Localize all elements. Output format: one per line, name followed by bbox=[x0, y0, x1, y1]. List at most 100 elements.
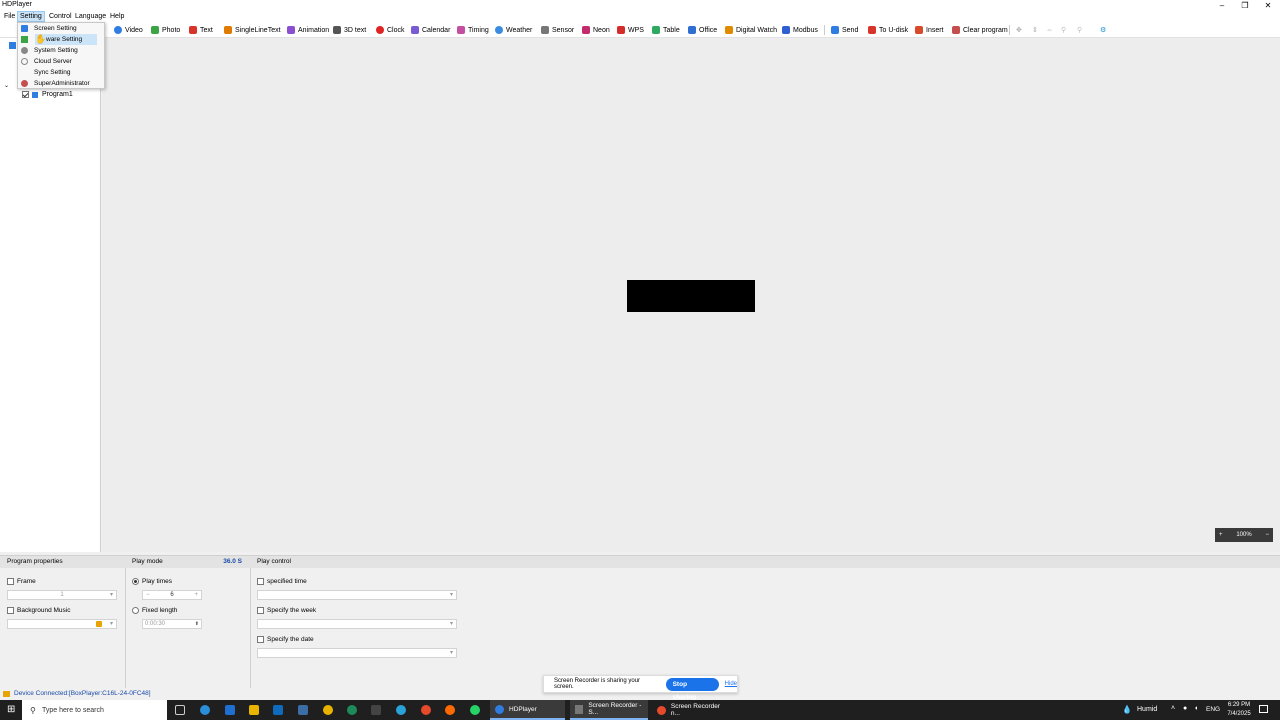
taskbar-app-screen-recorder[interactable]: Screen Recorder - S... bbox=[570, 700, 648, 720]
app-icon[interactable] bbox=[225, 705, 235, 715]
tray-chevron-up-icon[interactable]: ˄ bbox=[1171, 705, 1175, 712]
send-button[interactable]: Send bbox=[831, 24, 858, 36]
move-tool-button[interactable]: ✥ bbox=[1016, 24, 1022, 36]
singlelinetext-button[interactable]: SingleLineText bbox=[224, 24, 281, 36]
specified-time-select[interactable]: ▾ bbox=[257, 590, 457, 600]
specify-week-select[interactable]: ▾ bbox=[257, 619, 457, 629]
wps-button[interactable]: WPS bbox=[617, 24, 644, 36]
clock-button[interactable]: Clock bbox=[376, 24, 405, 36]
specify-date-select[interactable]: ▾ bbox=[257, 648, 457, 658]
outlook-icon[interactable] bbox=[273, 705, 283, 715]
neon-button[interactable]: Neon bbox=[582, 24, 610, 36]
frame-checkbox[interactable] bbox=[7, 578, 14, 585]
fixed-length-radio[interactable] bbox=[132, 607, 139, 614]
play-times-radio[interactable] bbox=[132, 578, 139, 585]
fixed-length-input[interactable]: 0:00:30 ⬍ bbox=[142, 619, 202, 629]
preview-canvas[interactable]: + 100% − bbox=[102, 38, 1280, 552]
table-button[interactable]: Table bbox=[652, 24, 680, 36]
menu-sync-setting[interactable]: Sync Setting bbox=[18, 67, 104, 78]
background-music-option[interactable]: Background Music bbox=[7, 607, 70, 614]
file-explorer-icon[interactable] bbox=[249, 705, 259, 715]
zoom-out-button[interactable]: − bbox=[1265, 532, 1269, 538]
calendar-button[interactable]: Calendar bbox=[411, 24, 450, 36]
clear-program-button[interactable]: Clear program bbox=[952, 24, 1008, 36]
zoom-in-tool-button[interactable]: ⚲ bbox=[1061, 24, 1066, 36]
specified-time-checkbox[interactable] bbox=[257, 578, 264, 585]
edge-dev-icon[interactable] bbox=[347, 705, 357, 715]
clock-time[interactable]: 6:29 PM bbox=[1225, 702, 1253, 708]
steam-icon[interactable] bbox=[298, 705, 308, 715]
close-button[interactable]: ✕ bbox=[1258, 0, 1278, 11]
timing-button[interactable]: Timing bbox=[457, 24, 489, 36]
video-button[interactable]: Video bbox=[114, 24, 143, 36]
menu-screen-setting[interactable]: Screen Setting bbox=[18, 23, 104, 34]
program-checkbox[interactable] bbox=[22, 91, 29, 98]
screen-sharing-banner: Screen Recorder is sharing your screen. … bbox=[543, 675, 738, 701]
zoom-in-button[interactable]: + bbox=[1219, 532, 1223, 538]
app-icon[interactable] bbox=[323, 705, 333, 715]
edge-icon[interactable] bbox=[200, 705, 210, 715]
fixed-length-option[interactable]: Fixed length bbox=[132, 607, 177, 614]
menu-help[interactable]: Help bbox=[108, 11, 126, 22]
photo-button[interactable]: Photo bbox=[151, 24, 180, 36]
gear-icon: ⚙ bbox=[1100, 27, 1107, 34]
frame-select[interactable]: 1 ▾ bbox=[7, 590, 117, 600]
menu-system-setting[interactable]: System Setting bbox=[18, 45, 104, 56]
specify-date-option[interactable]: Specify the date bbox=[257, 636, 314, 643]
hide-link[interactable]: Hide bbox=[725, 681, 737, 687]
task-view-icon[interactable] bbox=[175, 705, 185, 715]
modbus-button[interactable]: Modbus bbox=[782, 24, 818, 36]
menu-language[interactable]: Language bbox=[73, 11, 108, 22]
firefox-icon[interactable] bbox=[445, 705, 455, 715]
notification-icon[interactable] bbox=[1259, 705, 1268, 713]
stop-sharing-button[interactable]: Stop sharing bbox=[665, 677, 719, 701]
specify-week-checkbox[interactable] bbox=[257, 607, 264, 614]
music-select[interactable]: ▾ bbox=[7, 619, 117, 629]
menu-setting[interactable]: Setting bbox=[17, 11, 45, 22]
chrome-icon[interactable] bbox=[421, 705, 431, 715]
specify-date-checkbox[interactable] bbox=[257, 636, 264, 643]
play-times-option[interactable]: Play times bbox=[132, 578, 172, 585]
align-vertical-button[interactable]: ⇕ bbox=[1032, 24, 1038, 36]
menu-control[interactable]: Control bbox=[47, 11, 74, 22]
expand-chevron-icon[interactable]: ⌄ bbox=[4, 82, 9, 89]
windows-start-icon[interactable]: ⊞ bbox=[7, 705, 15, 715]
to-u-disk-button[interactable]: To U-disk bbox=[868, 24, 908, 36]
office-button[interactable]: Office bbox=[688, 24, 717, 36]
microphone-icon[interactable]: ● bbox=[1183, 705, 1187, 712]
specify-week-option[interactable]: Specify the week bbox=[257, 607, 316, 614]
specified-time-option[interactable]: specified time bbox=[257, 578, 307, 585]
menu-superadministrator[interactable]: SuperAdministrator bbox=[18, 78, 104, 89]
digital-watch-button[interactable]: Digital Watch bbox=[725, 24, 777, 36]
text-button[interactable]: Text bbox=[189, 24, 213, 36]
telegram-icon[interactable] bbox=[396, 705, 406, 715]
minimize-button[interactable]: – bbox=[1212, 0, 1232, 11]
taskbar-app-chrome[interactable]: Screen Recorder n... bbox=[652, 700, 730, 720]
increment-button[interactable]: + bbox=[194, 591, 198, 599]
frame-option[interactable]: Frame bbox=[7, 578, 36, 585]
taskbar-search[interactable]: ⚲ Type here to search bbox=[22, 700, 167, 720]
weather-button[interactable]: Weather bbox=[495, 24, 532, 36]
animation-button[interactable]: Animation bbox=[287, 24, 329, 36]
align-horizontal-button[interactable]: ⇔ bbox=[1046, 24, 1053, 36]
sensor-button[interactable]: Sensor bbox=[541, 24, 574, 36]
settings-gear-button[interactable]: ⚙ bbox=[1100, 24, 1106, 36]
program-area[interactable] bbox=[627, 280, 755, 312]
tree-item-program1[interactable]: Program1 bbox=[22, 91, 73, 98]
spin-arrows-icon[interactable]: ⬍ bbox=[195, 620, 199, 628]
whatsapp-icon[interactable] bbox=[470, 705, 480, 715]
3d-text-button[interactable]: 3D text bbox=[333, 24, 366, 36]
menu-cloud-server[interactable]: Cloud Server bbox=[18, 56, 104, 67]
calculator-icon[interactable] bbox=[371, 705, 381, 715]
insert-button[interactable]: Insert bbox=[915, 24, 944, 36]
language-indicator[interactable]: ENG bbox=[1206, 706, 1220, 713]
maximize-button[interactable]: ❐ bbox=[1235, 0, 1255, 11]
background-music-checkbox[interactable] bbox=[7, 607, 14, 614]
speaker-icon[interactable]: ◖ bbox=[1194, 705, 1198, 712]
decrement-button[interactable]: − bbox=[146, 591, 150, 599]
clock-date[interactable]: 7/4/2025 bbox=[1225, 711, 1253, 717]
taskbar-app-hdplayer[interactable]: HDPlayer bbox=[490, 700, 565, 720]
zoom-out-tool-button[interactable]: ⚲ bbox=[1077, 24, 1082, 36]
menu-file[interactable]: File bbox=[2, 11, 17, 22]
play-times-stepper[interactable]: −6 + bbox=[142, 590, 202, 600]
